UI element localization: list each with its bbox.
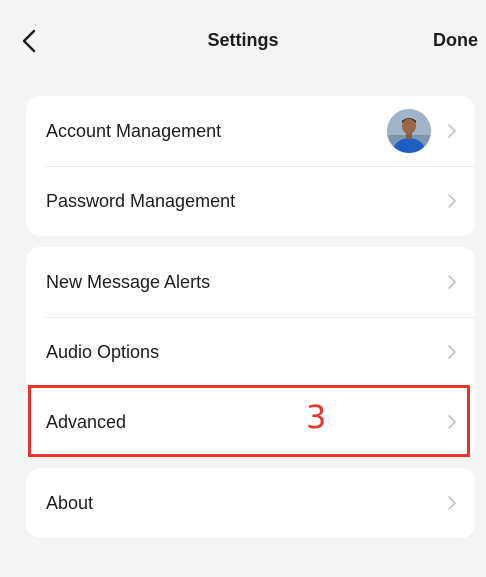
audio-options-row[interactable]: Audio Options bbox=[26, 317, 475, 387]
page-title: Settings bbox=[207, 30, 279, 50]
chevron-right-icon bbox=[448, 415, 456, 429]
row-label: Account Management bbox=[46, 120, 222, 141]
row-label: About bbox=[46, 492, 94, 513]
row-label: Advanced bbox=[46, 411, 127, 432]
settings-group-account: Account Management Password Management bbox=[26, 96, 475, 236]
advanced-row[interactable]: Advanced bbox=[26, 387, 475, 457]
chevron-right-icon bbox=[448, 345, 456, 359]
done-button[interactable]: Done bbox=[433, 30, 478, 51]
settings-group-notifications: New Message Alerts Audio Options Advance… bbox=[26, 247, 475, 457]
account-management-row[interactable]: Account Management bbox=[26, 96, 475, 166]
row-label: New Message Alerts bbox=[46, 271, 211, 292]
row-label: Password Management bbox=[46, 190, 236, 211]
annotation-step-number: 3 bbox=[306, 398, 327, 436]
navigation-bar: Settings Done bbox=[0, 0, 486, 80]
password-management-row[interactable]: Password Management bbox=[26, 166, 475, 236]
settings-group-about: About bbox=[26, 468, 475, 538]
user-avatar bbox=[387, 109, 431, 153]
chevron-right-icon bbox=[448, 194, 456, 208]
about-row[interactable]: About bbox=[26, 468, 475, 538]
chevron-right-icon bbox=[448, 496, 456, 510]
chevron-right-icon bbox=[448, 124, 456, 138]
row-label: Audio Options bbox=[46, 341, 160, 362]
chevron-right-icon bbox=[448, 275, 456, 289]
new-message-alerts-row[interactable]: New Message Alerts bbox=[26, 247, 475, 317]
